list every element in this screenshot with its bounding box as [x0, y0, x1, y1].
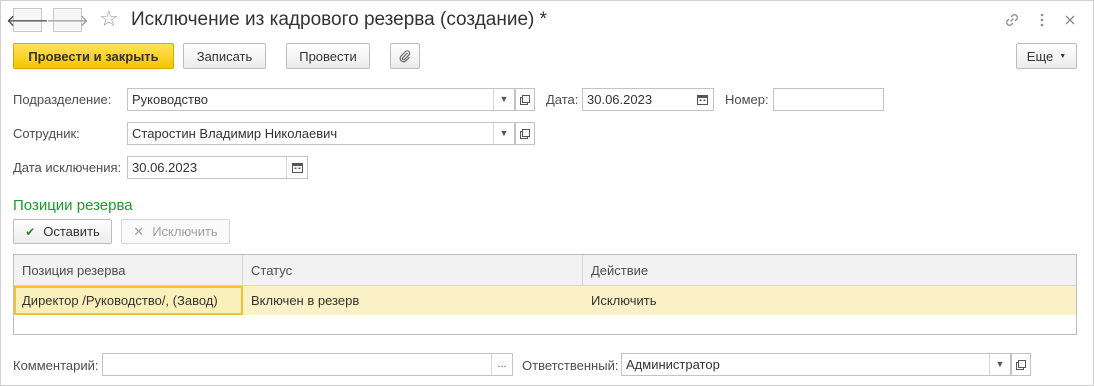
- forward-button[interactable]: 🡒: [46, 8, 89, 32]
- arrow-right-icon: 🡒: [46, 12, 89, 30]
- open-icon: [1016, 359, 1026, 370]
- comment-field[interactable]: ...: [102, 353, 513, 376]
- column-header-action[interactable]: Действие: [583, 255, 1076, 286]
- employee-label: Сотрудник:: [13, 126, 80, 141]
- date-value: 30.06.2023: [587, 92, 653, 107]
- cell-position[interactable]: Директор /Руководство/, (Завод): [14, 286, 243, 315]
- open-responsible-button[interactable]: [1011, 353, 1031, 376]
- close-icon[interactable]: [1060, 10, 1080, 30]
- arrow-left-icon: 🡐: [6, 12, 49, 30]
- number-label: Номер:: [725, 92, 769, 107]
- responsible-label: Ответственный:: [522, 358, 619, 373]
- x-icon: ✕: [133, 223, 145, 239]
- calendar-icon[interactable]: [692, 89, 713, 110]
- cell-status[interactable]: Включен в резерв: [243, 286, 583, 315]
- open-icon: [520, 94, 530, 105]
- date-field[interactable]: 30.06.2023: [582, 88, 714, 111]
- comment-select-button[interactable]: ...: [491, 354, 512, 375]
- table-header: Позиция резерва Статус Действие: [14, 255, 1076, 286]
- open-department-button[interactable]: [515, 88, 535, 111]
- exclude-button-label: Исключить: [152, 224, 218, 239]
- comment-label: Комментарий:: [13, 358, 99, 373]
- check-icon: ✔: [25, 224, 36, 239]
- column-header-status[interactable]: Статус: [243, 255, 583, 286]
- exclude-button[interactable]: ✕ Исключить: [121, 219, 230, 244]
- page-title: Исключение из кадрового резерва (создани…: [131, 9, 548, 30]
- table-row[interactable]: Директор /Руководство/, (Завод) Включен …: [14, 286, 1076, 315]
- chevron-down-icon: ▼: [1059, 52, 1067, 60]
- chevron-down-icon[interactable]: ▼: [493, 123, 514, 144]
- paperclip-icon: [399, 50, 411, 63]
- employee-value: Старостин Владимир Николаевич: [132, 126, 338, 141]
- chevron-down-icon[interactable]: ▼: [989, 354, 1010, 375]
- more-button[interactable]: Еще ▼: [1016, 43, 1077, 69]
- keep-button-label: Оставить: [43, 224, 100, 239]
- number-field[interactable]: [773, 88, 884, 111]
- reserve-table[interactable]: Позиция резерва Статус Действие Директор…: [13, 254, 1077, 335]
- exclusion-date-label: Дата исключения:: [13, 160, 122, 175]
- reserve-section-title: Позиции резерва: [13, 197, 133, 214]
- department-value: Руководство: [132, 92, 208, 107]
- column-header-position[interactable]: Позиция резерва: [14, 255, 243, 286]
- date-label: Дата:: [546, 92, 579, 107]
- back-button[interactable]: 🡐: [6, 8, 49, 32]
- calendar-icon[interactable]: [286, 157, 307, 178]
- attach-button[interactable]: [390, 43, 420, 69]
- department-label: Подразделение:: [13, 92, 112, 107]
- link-icon[interactable]: [1002, 10, 1022, 30]
- post-and-close-button[interactable]: Провести и закрыть: [13, 43, 174, 69]
- more-button-label: Еще: [1026, 48, 1054, 64]
- star-icon[interactable]: ☆: [99, 7, 119, 31]
- open-employee-button[interactable]: [515, 122, 535, 145]
- save-button[interactable]: Записать: [183, 43, 266, 69]
- exclusion-date-field[interactable]: 30.06.2023: [127, 156, 308, 179]
- more-vertical-icon[interactable]: [1032, 10, 1052, 30]
- post-button[interactable]: Провести: [286, 43, 370, 69]
- responsible-value: Администратор: [626, 357, 720, 372]
- employee-field[interactable]: Старостин Владимир Николаевич ▼: [127, 122, 515, 145]
- department-field[interactable]: Руководство ▼: [127, 88, 515, 111]
- keep-button[interactable]: ✔ Оставить: [13, 219, 112, 244]
- responsible-field[interactable]: Администратор ▼: [621, 353, 1011, 376]
- exclusion-date-value: 30.06.2023: [132, 160, 198, 175]
- cell-action[interactable]: Исключить: [583, 286, 1076, 315]
- open-icon: [520, 128, 530, 139]
- chevron-down-icon[interactable]: ▼: [493, 89, 514, 110]
